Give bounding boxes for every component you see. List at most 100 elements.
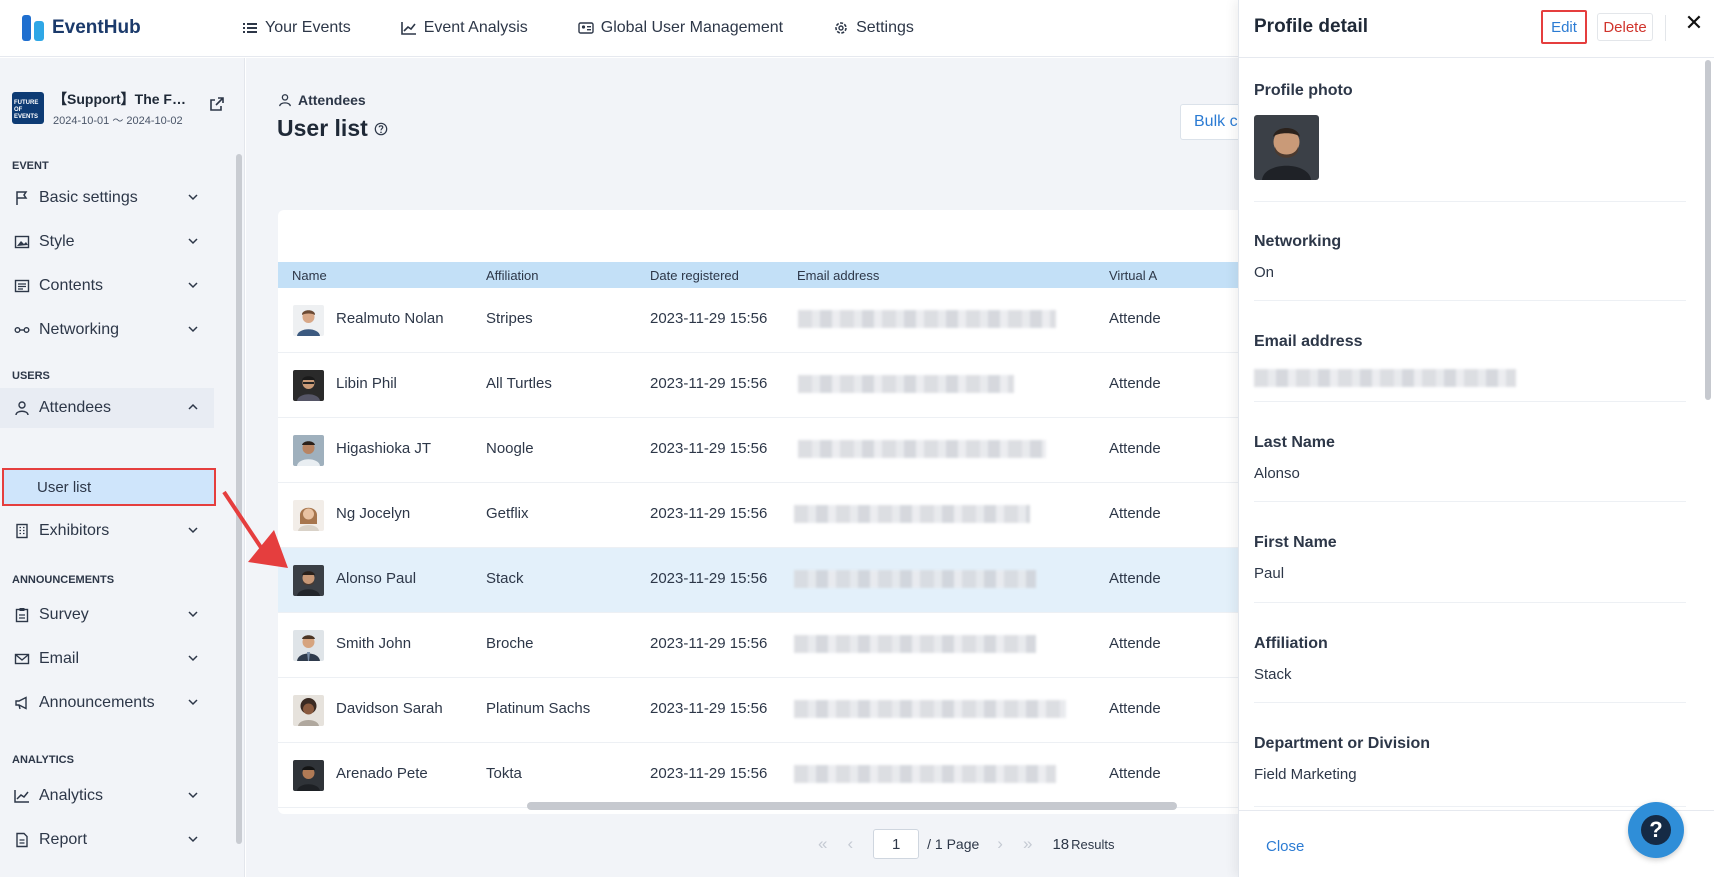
avatar: [293, 760, 324, 791]
table-row[interactable]: Higashioka JT Noogle 2023-11-29 15:56 At…: [278, 418, 1240, 483]
chevron-down-icon: [188, 655, 198, 662]
results-label: Results: [1071, 836, 1115, 852]
breadcrumb: Attendees: [278, 92, 366, 108]
col-name[interactable]: Name: [292, 268, 327, 283]
event-card[interactable]: FUTURE OF EVENTS 【Support】The F… 2024-10…: [12, 88, 237, 128]
panel-title: Profile detail: [1254, 16, 1369, 37]
sidebar-item-analytics[interactable]: Analytics: [0, 776, 214, 816]
table-row[interactable]: Smith John Broche 2023-11-29 15:56 Atten…: [278, 613, 1240, 678]
table-row[interactable]: Ng Jocelyn Getflix 2023-11-29 15:56 Atte…: [278, 483, 1240, 548]
table-row[interactable]: Davidson Sarah Platinum Sachs 2023-11-29…: [278, 678, 1240, 743]
sidebar-item-email[interactable]: Email: [0, 639, 214, 679]
cell-virtual: Attende: [1109, 700, 1161, 717]
table-horizontal-scrollbar[interactable]: [527, 802, 1177, 810]
avatar: [293, 305, 324, 336]
nav-your-events[interactable]: Your Events: [242, 19, 351, 37]
sidebar-item-networking[interactable]: Networking: [0, 310, 214, 350]
page-title-text: User list: [277, 115, 368, 141]
cell-virtual: Attende: [1109, 635, 1161, 652]
event-dates: 2024-10-01 ～ 2024-10-02: [53, 114, 183, 127]
table-row[interactable]: Libin Phil All Turtles 2023-11-29 15:56 …: [278, 353, 1240, 418]
nav-global-user-management[interactable]: Global User Management: [578, 19, 783, 37]
external-link-icon[interactable]: [209, 96, 225, 112]
sidebar-item-announcements[interactable]: Announcements: [0, 683, 214, 723]
chevron-down-icon: [188, 792, 198, 799]
table-row[interactable]: Arenado Pete Tokta 2023-11-29 15:56 Atte…: [278, 743, 1240, 808]
user-icon: [15, 401, 29, 416]
next-page-button[interactable]: ›: [997, 834, 1003, 854]
help-button[interactable]: ?: [1628, 802, 1684, 858]
sidebar-item-style[interactable]: Style: [0, 222, 214, 262]
cell-name: Alonso Paul: [336, 570, 417, 587]
clipboard-icon: [15, 608, 29, 623]
cell-email-redacted: [794, 570, 1036, 588]
nav-event-analysis-label: Event Analysis: [423, 19, 528, 36]
last-page-button[interactable]: »: [1023, 834, 1032, 854]
field-label: Department or Division: [1254, 735, 1431, 752]
prev-page-button[interactable]: ‹: [847, 834, 853, 854]
page-number-input[interactable]: 1: [873, 829, 920, 859]
col-email[interactable]: Email address: [797, 268, 879, 283]
sidebar-item-report[interactable]: Report: [0, 820, 214, 860]
field-email: Email address: [1254, 333, 1686, 402]
profile-detail-panel: Profile detail Edit Delete ✕ Profile pho…: [1238, 0, 1714, 877]
sidebar-item-user-list[interactable]: User list: [2, 468, 216, 506]
avatar: [293, 435, 324, 466]
help-circle-icon[interactable]: [374, 122, 388, 136]
nav-settings[interactable]: Settings: [833, 19, 914, 37]
sidebar-item-exhibitors[interactable]: Exhibitors: [0, 511, 214, 551]
building-icon: [16, 523, 28, 539]
close-link[interactable]: Close: [1266, 838, 1304, 855]
delete-button[interactable]: Delete: [1597, 13, 1653, 41]
page-title: User list: [277, 115, 388, 142]
chevron-down-icon: [188, 527, 198, 534]
report-icon: [16, 832, 28, 848]
id-card-icon: [578, 22, 594, 34]
eventhub-logo[interactable]: EventHub: [22, 15, 218, 41]
results-count: 18: [1052, 835, 1070, 853]
col-date-registered[interactable]: Date registered: [650, 268, 739, 283]
cell-affiliation: All Turtles: [486, 375, 552, 392]
field-label: Affiliation: [1254, 635, 1328, 652]
cell-affiliation: Tokta: [486, 765, 522, 782]
cell-date: 2023-11-29 15:56: [650, 505, 768, 522]
section-users: USERS: [12, 370, 50, 382]
field-last-name: Last Name Alonso: [1254, 434, 1686, 502]
avatar: [293, 370, 324, 401]
chart-icon: [14, 790, 29, 803]
list-icon: [243, 23, 257, 33]
cell-email-redacted: [798, 440, 1046, 458]
nav-global-user-management-label: Global User Management: [600, 19, 784, 36]
chevron-down-icon: [188, 326, 198, 333]
field-label: Networking: [1254, 233, 1342, 250]
col-affiliation[interactable]: Affiliation: [486, 268, 539, 283]
document-list-icon: [14, 279, 30, 293]
profile-photo[interactable]: [1254, 115, 1319, 180]
cell-virtual: Attende: [1109, 440, 1161, 457]
sidebar-item-contents[interactable]: Contents: [0, 266, 214, 306]
sidebar-item-attendees[interactable]: Attendees: [0, 388, 214, 428]
sidebar-item-label: Survey: [39, 606, 89, 623]
cell-email-redacted: [794, 635, 1036, 653]
sidebar-item-label: Exhibitors: [39, 522, 110, 539]
table-row-selected[interactable]: Alonso Paul Stack 2023-11-29 15:56 Atten…: [278, 548, 1240, 613]
cell-affiliation: Stripes: [486, 310, 533, 327]
panel-scrollbar[interactable]: [1705, 60, 1711, 400]
cell-affiliation: Getflix: [486, 505, 529, 522]
cell-name: Davidson Sarah: [336, 700, 443, 717]
field-label: Last Name: [1254, 434, 1335, 451]
chevron-up-icon: [188, 403, 198, 410]
avatar: [293, 630, 324, 661]
cell-date: 2023-11-29 15:56: [650, 635, 768, 652]
question-mark-icon: ?: [1641, 815, 1671, 845]
cell-virtual: Attende: [1109, 505, 1161, 522]
sidebar-item-basic-settings[interactable]: Basic settings: [0, 178, 214, 218]
sidebar-item-survey[interactable]: Survey: [0, 595, 214, 635]
first-page-button[interactable]: «: [818, 834, 827, 854]
close-icon[interactable]: ✕: [1683, 12, 1705, 34]
nav-event-analysis[interactable]: Event Analysis: [400, 19, 528, 37]
edit-button[interactable]: Edit: [1541, 10, 1587, 44]
table-row[interactable]: Realmuto Nolan Stripes 2023-11-29 15:56 …: [278, 288, 1240, 353]
cell-virtual: Attende: [1109, 375, 1161, 392]
col-virtual[interactable]: Virtual A: [1109, 268, 1157, 283]
